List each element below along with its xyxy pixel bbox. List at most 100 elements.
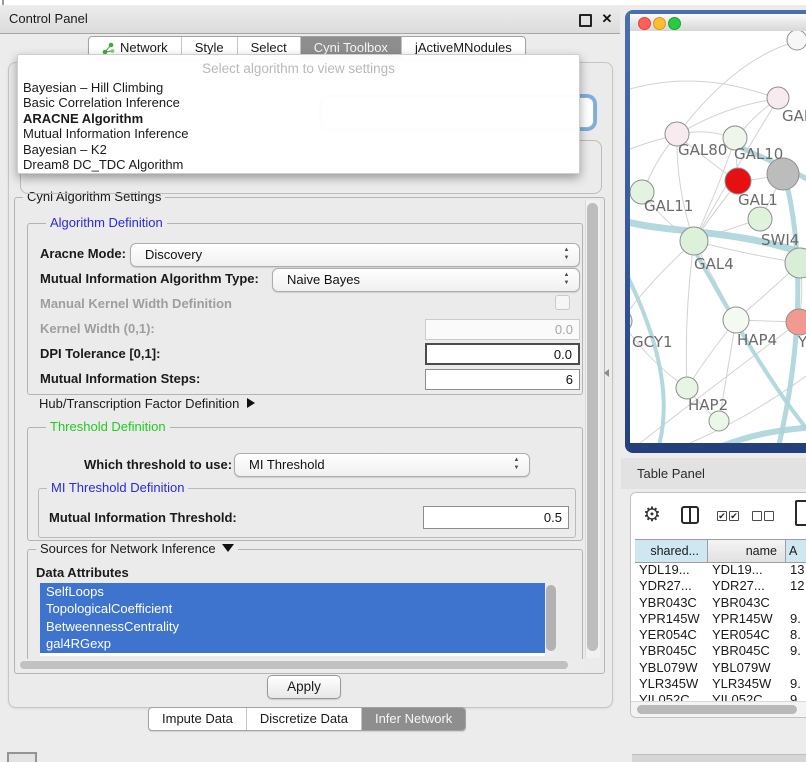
manual-kernel-width-checkbox[interactable]: [555, 295, 570, 310]
sources-expander[interactable]: Sources for Network Inference: [36, 542, 238, 556]
table-row[interactable]: YBL079WYBL079W: [635, 660, 806, 676]
minimize-window-button[interactable]: [653, 17, 666, 30]
mi-steps-label: Mutual Information Steps:: [40, 371, 200, 386]
algorithm-option-bayesian-hill-climbing[interactable]: Bayesian – Hill Climbing: [18, 80, 579, 95]
mi-threshold-group: MI Threshold Definition Mutual Informati…: [38, 488, 576, 538]
network-canvas[interactable]: GALGAL80GAL10GAL1GAL11GAL4SWI4GCY1HAP4YH…: [630, 31, 806, 443]
table-cell: YER054C: [708, 627, 786, 643]
algorithm-option-list: Bayesian – Hill ClimbingBasic Correlatio…: [18, 80, 579, 172]
table-cell: YIL052C: [635, 692, 708, 701]
float-panel-button[interactable]: [579, 14, 592, 27]
unchecked-box-icon[interactable]: [764, 511, 774, 521]
attribute-item-selfloops[interactable]: SelfLoops: [40, 583, 558, 600]
hub-factor-expander-label: Hub/Transcription Factor Definition: [39, 396, 239, 411]
network-node-y[interactable]: [786, 309, 806, 335]
node-label-swi4: SWI4: [761, 231, 799, 249]
apply-button[interactable]: Apply: [267, 675, 341, 699]
column-header-a[interactable]: A: [786, 540, 806, 562]
gear-icon[interactable]: ⚙: [643, 501, 661, 529]
table-row[interactable]: YBR045CYBR045C9.: [635, 643, 806, 659]
mi-algorithm-type-value: Naive Bayes: [287, 269, 360, 291]
algorithm-option-bayesian-k2[interactable]: Bayesian – K2: [18, 142, 579, 157]
attribute-item-topologicalcoefficient[interactable]: TopologicalCoefficient: [40, 600, 558, 617]
table-panel-title: Table Panel: [637, 458, 705, 489]
settings-vscrollbar-thumb[interactable]: [587, 203, 598, 651]
close-panel-button[interactable]: ✕: [598, 10, 616, 28]
node-label-gal: GAL: [782, 107, 806, 125]
table-row[interactable]: YIL052CYIL052C9: [635, 692, 806, 701]
algorithm-option-basic-correlation-inference[interactable]: Basic Correlation Inference: [18, 95, 579, 110]
column-header-name[interactable]: name: [708, 540, 786, 562]
algorithm-option-dream8-dc-tdc-algorithm[interactable]: Dream8 DC_TDC Algorithm: [18, 157, 579, 172]
table-cell: YBR043C: [708, 595, 786, 611]
tab-infer-network[interactable]: Infer Network: [361, 708, 465, 730]
table-cell: YLR345W: [635, 676, 708, 692]
bottom-left-panel-icon[interactable]: [7, 752, 37, 762]
network-node-hap4[interactable]: [723, 307, 749, 333]
attribute-item-betweennesscentrality[interactable]: BetweennessCentrality: [40, 618, 558, 635]
splitter-handle-icon[interactable]: [604, 369, 609, 377]
table-row[interactable]: YER054CYER054C8.: [635, 627, 806, 643]
tab-impute-data[interactable]: Impute Data: [149, 708, 246, 730]
table-cell: 9: [786, 692, 806, 701]
table-cell: 9.: [786, 643, 806, 659]
table-cell: YBR045C: [708, 643, 786, 659]
table-cell: YBR045C: [635, 643, 708, 659]
attributes-scrollbar-thumb[interactable]: [546, 585, 556, 651]
table-row[interactable]: YDR27...YDR27...12: [635, 578, 806, 594]
table-cell: YDL19...: [635, 562, 708, 578]
attributes-scrollbar[interactable]: [545, 583, 558, 656]
page-icon[interactable]: [795, 500, 806, 526]
network-node-gal[interactable]: [767, 87, 789, 109]
attribute-item-gal4rgexp[interactable]: gal4RGexp: [40, 635, 558, 652]
mi-algorithm-type-combobox[interactable]: Naive Bayes ▲ ▼: [272, 268, 580, 292]
table-row[interactable]: YPR145WYPR145W9.: [635, 611, 806, 627]
node-label-y: Y: [797, 333, 806, 351]
table-cell: YBL079W: [635, 660, 708, 676]
network-node-gal1[interactable]: [748, 207, 772, 231]
table-row[interactable]: YDL19...YDL19...13: [635, 562, 806, 578]
tab-discretize-data[interactable]: Discretize Data: [246, 708, 361, 730]
app-root: Control Panel ✕ NetworkStyleSelectCyni T…: [0, 0, 806, 762]
checked-box-icon[interactable]: ✔: [717, 511, 727, 521]
mi-threshold-field[interactable]: [423, 506, 569, 529]
network-node-gcy1[interactable]: [630, 310, 632, 332]
aracne-mode-combobox[interactable]: Discovery ▲ ▼: [130, 243, 580, 267]
algorithm-option-aracne-algorithm[interactable]: ARACNE Algorithm: [18, 111, 579, 126]
settings-horizontal-scrollbar[interactable]: [17, 659, 583, 671]
settings-vertical-scrollbar[interactable]: [585, 200, 600, 658]
kernel-width-label: Kernel Width (0,1):: [40, 321, 155, 336]
algorithm-option-mutual-information-inference[interactable]: Mutual Information Inference: [18, 126, 579, 141]
table-header-row: shared...nameA: [635, 539, 806, 563]
table-row[interactable]: YBR043CYBR043C: [635, 595, 806, 611]
close-window-button[interactable]: [638, 17, 651, 30]
network-node[interactable]: [709, 411, 729, 431]
table-row[interactable]: YLR345WYLR345W9.: [635, 676, 806, 692]
sources-group: Sources for Network Inference Data Attri…: [27, 549, 583, 662]
table-horizontal-scrollbar[interactable]: [631, 701, 806, 717]
dpi-tolerance-field[interactable]: [425, 343, 580, 365]
column-header-shared[interactable]: shared...: [635, 540, 708, 562]
node-label-hap2: HAP2: [688, 396, 728, 414]
algorithm-definition-group: Algorithm Definition Aracne Mode: Discov…: [27, 223, 583, 395]
mi-steps-field[interactable]: [425, 369, 580, 390]
settings-hscrollbar-thumb[interactable]: [20, 661, 568, 669]
node-label-gal4: GAL4: [694, 255, 734, 273]
spinner-arrows-icon: ▲ ▼: [512, 456, 521, 474]
network-node-gal4[interactable]: [680, 227, 708, 255]
network-node[interactable]: [787, 31, 806, 50]
node-label-gal10: GAL10: [734, 145, 783, 163]
table-hscrollbar-thumb[interactable]: [637, 705, 797, 714]
zoom-window-button[interactable]: [668, 17, 681, 30]
checked-box-icon[interactable]: ✔: [729, 511, 739, 521]
hub-factor-expander[interactable]: Hub/Transcription Factor Definition: [39, 396, 255, 411]
control-panel-titlebar: Control Panel ✕: [0, 5, 620, 34]
algorithm-dropdown-popup: Select algorithm to view settings Bayesi…: [17, 54, 580, 174]
unchecked-box-icon[interactable]: [752, 511, 762, 521]
table-cell: 13: [786, 562, 806, 578]
table-cell: [786, 595, 806, 611]
split-columns-icon[interactable]: [681, 506, 699, 524]
sources-title: Sources for Network Inference: [40, 541, 216, 556]
which-threshold-combobox[interactable]: MI Threshold ▲ ▼: [234, 453, 530, 477]
kernel-width-field[interactable]: [425, 319, 580, 340]
